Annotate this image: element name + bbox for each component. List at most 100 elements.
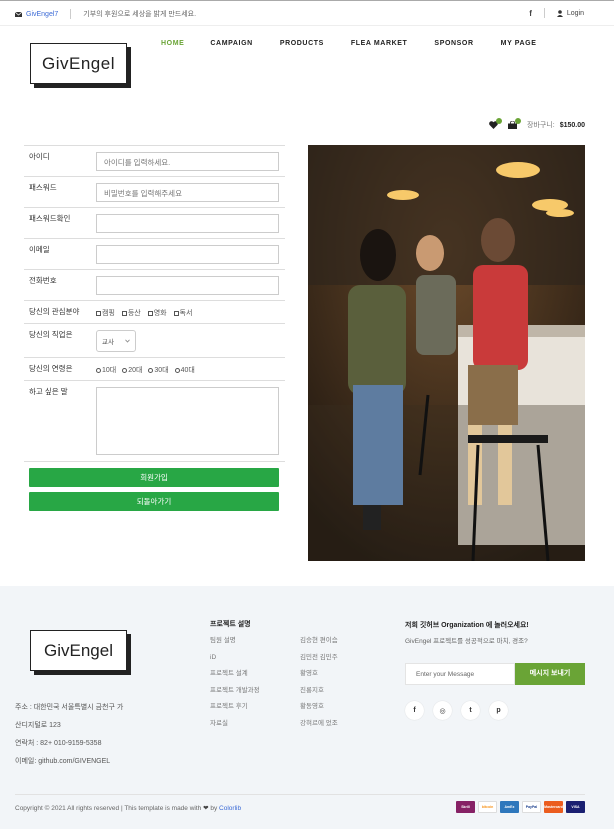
email-input[interactable] xyxy=(96,245,279,264)
cart-button[interactable] xyxy=(507,118,521,129)
cart-label: 장바구니: xyxy=(526,122,555,129)
footer-logo[interactable]: GivEngel xyxy=(30,630,131,675)
password-label: 패스워드 xyxy=(29,183,57,192)
id-input[interactable]: 아이디를 입력하세요. xyxy=(96,152,279,171)
nav-flea-market[interactable]: FLEA MARKET xyxy=(351,40,408,47)
signup-form: 아이디 아이디를 입력하세요. 패스워드 비밀번호를 입력해주세요 패스워드확인… xyxy=(24,145,285,511)
project-link[interactable]: 프로젝트 설계 xyxy=(210,666,260,683)
email-label: 이메일 xyxy=(29,245,50,254)
bar-scene-illustration xyxy=(308,145,585,561)
nav-campaign[interactable]: CAMPAIGN xyxy=(210,40,252,47)
form-row-password-confirm: 패스워드확인 xyxy=(24,207,285,238)
project-link[interactable]: 팀원 설명 xyxy=(210,633,260,650)
slogan: 기부의 후원으로 세상을 밝게 만드세요. xyxy=(83,11,197,18)
envelope-icon xyxy=(15,11,22,17)
email-line: 이메일: github.com/GIVENGEL xyxy=(15,758,111,765)
radio-label: 20대 xyxy=(128,367,143,374)
wishlist-button[interactable] xyxy=(489,118,502,129)
radio-label: 10대 xyxy=(102,367,117,374)
age-radio-20s[interactable]: 20대 xyxy=(122,365,142,375)
phone-input[interactable] xyxy=(96,276,279,295)
project-link[interactable]: 김승현 편이슴 xyxy=(300,633,338,650)
bitcoin-icon: bitcoin xyxy=(478,801,497,813)
nav-home[interactable]: HOME xyxy=(161,40,184,47)
checkbox-box xyxy=(173,310,179,316)
password-input[interactable]: 비밀번호를 입력해주세요 xyxy=(96,183,279,202)
nav-sponsor[interactable]: SPONSOR xyxy=(434,40,473,47)
radio-label: 40대 xyxy=(180,367,195,374)
mastercard-icon: Mastercard xyxy=(544,801,563,813)
form-row-job: 당신의 직업은 교사 xyxy=(24,323,285,357)
newsletter-send-button[interactable]: 메시지 보내기 xyxy=(515,663,585,685)
job-select[interactable]: 교사 xyxy=(96,330,136,352)
project-link[interactable]: 황영호 xyxy=(300,666,338,683)
interest-checkbox-hiking[interactable]: 등산 xyxy=(121,308,141,318)
age-radio-30s[interactable]: 30대 xyxy=(148,365,169,375)
project-link[interactable]: 김민전 김민주 xyxy=(300,650,338,667)
message-label: 하고 싶은 말 xyxy=(29,387,68,396)
newsletter-title-prefix: 저희 깃허브 xyxy=(405,622,442,629)
age-radio-10s[interactable]: 10대 xyxy=(96,365,116,375)
paypal-icon: PayPal xyxy=(522,801,541,813)
form-buttons: 회원가입 되돌아가기 xyxy=(24,461,285,511)
message-textarea[interactable] xyxy=(96,387,279,455)
job-label: 당신의 직업은 xyxy=(29,330,73,339)
cart-count-badge xyxy=(514,118,521,124)
email-link[interactable]: GivEngel7 xyxy=(15,11,58,18)
amex-icon: AmEx xyxy=(500,801,519,813)
radio-label: 30대 xyxy=(154,367,169,374)
cart-summary: 장바구니: $150.00 xyxy=(489,118,585,130)
newsletter-title-bold: Organization xyxy=(441,622,484,629)
chevron-down-icon xyxy=(125,339,130,343)
interest-checkbox-reading[interactable]: 독서 xyxy=(173,308,193,318)
payment-methods: Skrill bitcoin AmEx PayPal Mastercard VI… xyxy=(456,801,585,813)
colorlib-link[interactable]: Colorlib xyxy=(219,805,241,812)
twitter-icon[interactable]: t xyxy=(461,701,480,720)
facebook-icon[interactable]: f xyxy=(529,9,532,18)
social-links: f ◎ t p xyxy=(405,701,585,720)
pinterest-icon[interactable]: p xyxy=(489,701,508,720)
footer-divider xyxy=(15,794,585,795)
contact-line: 연락처 : 82+ 010-9159-5358 xyxy=(15,740,102,747)
phone-label: 전화번호 xyxy=(29,276,57,285)
checkbox-label: 영화 xyxy=(153,310,167,317)
newsletter-form: Enter your Message 메시지 보내기 xyxy=(405,663,585,685)
copyright-text: Copyright © 2021 All rights reserved | T… xyxy=(15,805,202,812)
newsletter-input[interactable]: Enter your Message xyxy=(405,663,515,685)
project-link[interactable]: 자료실 xyxy=(210,716,260,733)
form-row-message: 하고 싶은 말 xyxy=(24,380,285,461)
hero-photo xyxy=(308,145,585,561)
checkbox-label: 독서 xyxy=(179,310,193,317)
instagram-icon[interactable]: ◎ xyxy=(433,701,452,720)
skrill-icon: Skrill xyxy=(456,801,475,813)
interest-checkbox-movie[interactable]: 영화 xyxy=(147,308,167,318)
age-radio-40s[interactable]: 40대 xyxy=(174,365,195,375)
facebook-icon[interactable]: f xyxy=(405,701,424,720)
project-link[interactable]: 황동영호 xyxy=(300,699,338,716)
radio-circle xyxy=(148,367,154,373)
nav-products[interactable]: PRODUCTS xyxy=(280,40,324,47)
age-label: 당신의 연령은 xyxy=(29,364,73,373)
nav-my-page[interactable]: MY PAGE xyxy=(501,40,537,47)
login-label: Login xyxy=(566,9,584,17)
login-link[interactable]: Login xyxy=(556,9,584,17)
project-col-2: 김승현 편이슴 김민전 김민주 황영호 진롱지호 황동영호 강혀르에 었조 xyxy=(300,633,338,732)
checkbox-label: 캠핑 xyxy=(102,310,115,317)
email-text: GivEngel7 xyxy=(26,10,59,18)
back-button[interactable]: 되돌아가기 xyxy=(29,492,279,511)
project-link[interactable]: iD xyxy=(210,650,260,667)
project-col-1: 프로젝트 설명 팀원 설명 iD 프로젝트 설계 프로젝트 개발과정 프로젝트 … xyxy=(210,618,260,732)
project-link[interactable]: 강혀르에 었조 xyxy=(300,716,338,733)
divider xyxy=(543,8,545,18)
top-bar-right: f Login xyxy=(529,8,584,18)
radio-circle xyxy=(122,367,128,373)
heart-icon: ❤ xyxy=(203,805,209,812)
interest-checkbox-camping[interactable]: 캠핑 xyxy=(96,308,115,318)
signup-button[interactable]: 회원가입 xyxy=(29,468,279,487)
project-link[interactable]: 프로젝트 개발과정 xyxy=(210,683,260,700)
logo-text: GivEngel xyxy=(30,43,127,84)
project-link[interactable]: 프로젝트 후기 xyxy=(210,699,260,716)
project-link[interactable]: 진롱지호 xyxy=(300,683,338,700)
site-logo[interactable]: GivEngel xyxy=(30,43,131,88)
password-confirm-input[interactable] xyxy=(96,214,279,233)
